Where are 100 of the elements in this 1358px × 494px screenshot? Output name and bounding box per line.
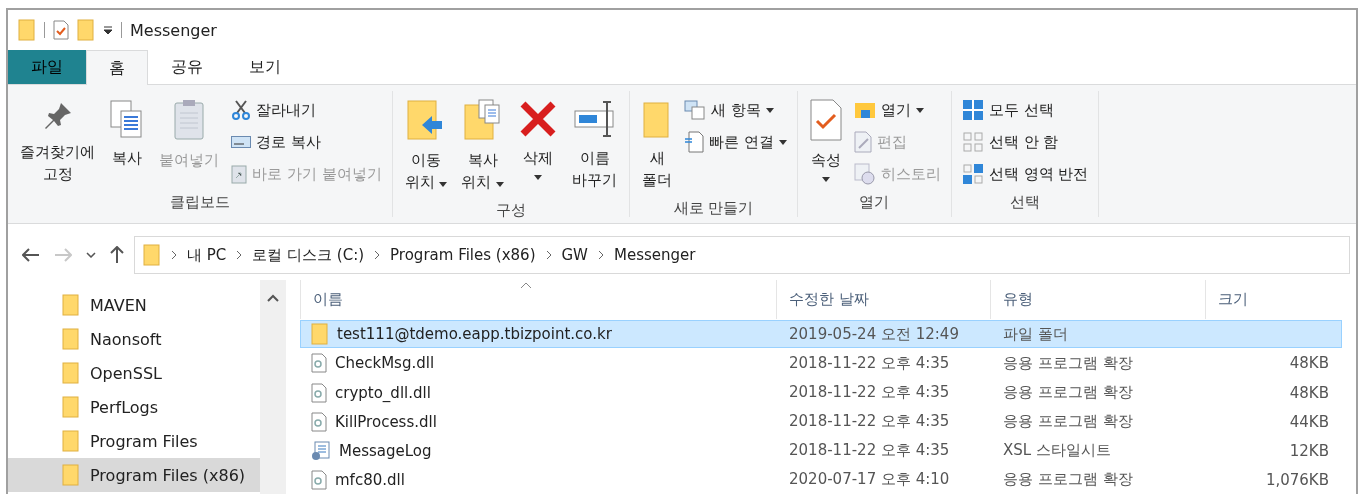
date-cell-text: 2018-11-22 오후 4:35 xyxy=(788,412,951,432)
folder-icon xyxy=(311,323,329,346)
ribbon-button[interactable]: 빠른 연결 xyxy=(680,127,791,157)
breadcrumb-item[interactable]: GW xyxy=(561,246,588,264)
breadcrumb-item[interactable]: 로컬 디스크 (C:) xyxy=(252,245,365,265)
path-icon xyxy=(231,136,251,148)
ribbon-button[interactable]: 새 폴더 xyxy=(636,95,679,195)
folder-icon xyxy=(62,430,80,452)
breadcrumb-item[interactable]: Messenger xyxy=(613,246,696,264)
size-cell-text: 48KB xyxy=(1288,354,1330,373)
date-cell-text: 2020-07-17 오후 4:10 xyxy=(788,470,951,490)
sidebar-item[interactable]: PerfLogs xyxy=(8,390,260,424)
folder-icon xyxy=(62,362,80,384)
file-name: MessageLog xyxy=(339,441,432,460)
chevron-right-icon xyxy=(236,250,243,260)
ribbon-button[interactable]: 이름 바꾸기 xyxy=(566,95,624,195)
select-all-icon xyxy=(961,99,984,121)
rename-icon xyxy=(572,99,617,139)
ribbon-group-label: 클립보드 xyxy=(168,192,231,213)
new-item-icon xyxy=(684,100,707,120)
file-row[interactable]: mfc80.dll 2020-07-17 오후 4:10 응용 프로그램 확장 1,076KB xyxy=(300,465,1342,494)
chevron-right-icon xyxy=(597,250,604,260)
document-link-icon xyxy=(684,131,705,153)
ribbon-button[interactable]: 이동 위치 xyxy=(398,95,454,197)
date-cell-text: 2018-11-22 오후 4:35 xyxy=(788,441,951,461)
ribbon-button[interactable]: 새 항목 xyxy=(680,95,791,125)
type-cell-text: 응용 프로그램 확장 xyxy=(1002,470,1134,490)
size-cell-text: 1,076KB xyxy=(1264,470,1330,489)
column-header[interactable]: 이름 xyxy=(300,280,776,320)
ribbon-button[interactable]: 선택 안 함 xyxy=(957,127,1093,157)
address-field[interactable]: 내 PC 로컬 디스크 (C:) Program Files (x86) GW Messenger xyxy=(134,236,1350,274)
sidebar-item[interactable]: Program Files xyxy=(8,424,260,458)
up-arrow-icon xyxy=(110,246,124,264)
gear-file-icon xyxy=(311,469,327,490)
column-header[interactable]: 유형 xyxy=(990,280,1205,320)
edit-icon xyxy=(853,131,872,153)
clipboard-icon xyxy=(173,99,205,141)
folder-icon xyxy=(18,19,36,41)
file-row[interactable]: MessageLog 2018-11-22 오후 4:35 XSL 스타일시트 12KB xyxy=(300,436,1342,465)
type-cell-text: 응용 프로그램 확장 xyxy=(1002,383,1134,403)
scroll-bar[interactable] xyxy=(260,280,286,494)
chevron-down-icon xyxy=(86,252,96,258)
sidebar-item[interactable]: OpenSSL xyxy=(8,356,260,390)
folder-icon xyxy=(62,294,80,316)
folder-icon xyxy=(62,464,80,486)
ribbon-button[interactable]: 삭제 xyxy=(512,95,565,184)
sidebar-item[interactable]: Program Files (x86) xyxy=(8,458,260,492)
type-cell-text: 파일 폴더 xyxy=(1002,324,1069,344)
file-name: mfc80.dll xyxy=(335,470,405,489)
folder-icon xyxy=(62,396,80,418)
ribbon-group-label: 새로 만들기 xyxy=(672,198,755,219)
file-name: test111@tdemo.eapp.tbizpoint.co.kr xyxy=(337,325,612,344)
select-none-icon xyxy=(961,131,984,153)
file-row[interactable]: crypto_dll.dll 2018-11-22 오후 4:35 응용 프로그램 확장 48KB xyxy=(300,378,1342,407)
ribbon-tab[interactable]: 홈 xyxy=(86,50,148,85)
breadcrumb-item[interactable]: Program Files (x86) xyxy=(390,246,536,264)
column-header[interactable]: 크기 xyxy=(1205,280,1340,320)
checkmark-document-icon xyxy=(809,99,842,141)
type-cell-text: 응용 프로그램 확장 xyxy=(1002,412,1134,432)
file-row[interactable]: CheckMsg.dll 2018-11-22 오후 4:35 응용 프로그램 확장 48KB xyxy=(300,349,1342,378)
file-name: CheckMsg.dll xyxy=(335,354,435,373)
scissors-icon xyxy=(231,100,251,120)
size-cell-text: 48KB xyxy=(1288,383,1330,402)
folder-icon xyxy=(143,244,161,266)
file-row[interactable]: KillProcess.dll 2018-11-22 오후 4:35 응용 프로그램 확장 44KB xyxy=(300,407,1342,436)
folder-icon xyxy=(77,19,95,41)
checkmark-document-icon[interactable] xyxy=(53,20,69,40)
ribbon-button[interactable]: 선택 영역 반전 xyxy=(957,159,1093,189)
chevron-right-icon xyxy=(171,250,177,260)
date-cell-text: 2018-11-22 오후 4:35 xyxy=(788,353,951,373)
date-cell-text: 2019-05-24 오전 12:49 xyxy=(788,324,960,344)
stylesheet-file-icon xyxy=(311,440,331,461)
ribbon-button[interactable]: 속성 xyxy=(803,95,848,186)
ribbon-button[interactable]: 복사 위치 xyxy=(455,95,511,197)
folder-copy-icon xyxy=(462,99,503,141)
file-row[interactable]: test111@tdemo.eapp.tbizpoint.co.kr 2019-05-24 오전 12:49 파일 폴더 xyxy=(300,320,1342,349)
sidebar-item[interactable]: Naonsoft xyxy=(8,322,260,356)
chevron-right-icon xyxy=(545,250,552,260)
type-cell-text: 응용 프로그램 확장 xyxy=(1002,353,1134,373)
breadcrumb-item[interactable]: 내 PC xyxy=(187,245,227,265)
column-header[interactable]: 수정한 날짜 xyxy=(776,280,990,320)
window-title: Messenger xyxy=(130,20,217,40)
folder-icon xyxy=(62,328,80,350)
customize-dropdown-icon[interactable] xyxy=(103,25,113,35)
date-cell-text: 2018-11-22 오후 4:35 xyxy=(788,383,951,403)
ribbon-button[interactable]: 즐겨찾기에 고정 xyxy=(14,95,101,189)
type-cell-text: XSL 스타일시트 xyxy=(1002,441,1112,461)
forward-arrow-icon xyxy=(54,248,72,262)
ribbon-button[interactable]: 복사 xyxy=(103,95,151,173)
sidebar-item[interactable]: MAVEN xyxy=(8,288,260,322)
ribbon-tab[interactable]: 파일 xyxy=(8,50,86,84)
ribbon-button[interactable]: 열기 xyxy=(849,95,945,125)
ribbon-group-label: 열기 xyxy=(858,192,891,213)
ribbon-button[interactable]: 잘라내기 xyxy=(227,95,386,125)
scroll-up-icon[interactable] xyxy=(267,294,279,302)
copy-icon xyxy=(109,99,145,139)
ribbon-button[interactable]: 경로 복사 xyxy=(227,127,386,157)
file-name: crypto_dll.dll xyxy=(335,383,431,402)
ribbon-button[interactable]: 모두 선택 xyxy=(957,95,1093,125)
size-cell-text: 12KB xyxy=(1288,441,1330,460)
